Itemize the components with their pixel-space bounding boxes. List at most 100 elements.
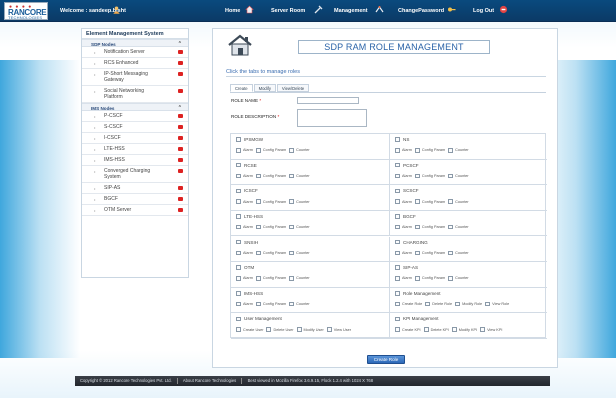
delete-icon[interactable]	[178, 61, 183, 65]
delete-icon[interactable]	[178, 136, 183, 140]
sidebar-item-i-cscf[interactable]: • I-CSCF	[82, 133, 188, 144]
sidebar-item-rcs-enhanced[interactable]: • RCS Enhanced	[82, 58, 188, 69]
permission-option[interactable]: Modify User	[296, 327, 324, 332]
permission-option-checkbox[interactable]	[448, 224, 454, 230]
nav-home[interactable]: Home	[225, 8, 240, 14]
permission-option-checkbox[interactable]	[236, 173, 241, 179]
permission-option[interactable]: Config Param	[255, 276, 286, 281]
footer-about-link[interactable]: About Rancore Technologies	[183, 378, 236, 383]
permission-group-checkbox[interactable]	[236, 265, 241, 270]
sidebar-item-social-networking-platform[interactable]: • Social Networking Platform	[82, 86, 188, 103]
permission-option-checkbox[interactable]	[255, 250, 261, 255]
permission-option-checkbox[interactable]	[236, 250, 241, 255]
sidebar-section-sdp-nodes[interactable]: SDP Nodes ⌃	[82, 39, 188, 47]
permission-option-checkbox[interactable]	[289, 250, 295, 255]
permission-option[interactable]: Alarm	[395, 250, 412, 255]
permission-option-checkbox[interactable]	[255, 301, 261, 307]
nav-management[interactable]: Management	[334, 8, 368, 14]
permission-option[interactable]: Alarm	[236, 250, 253, 255]
permission-option-checkbox[interactable]	[289, 224, 295, 230]
permission-option[interactable]: Config Param	[414, 276, 445, 281]
permission-group-checkbox[interactable]	[236, 316, 241, 322]
nav-change-password[interactable]: ChangePassword	[398, 8, 444, 14]
permission-option-checkbox[interactable]	[414, 250, 420, 255]
permission-group-checkbox[interactable]	[236, 188, 241, 193]
permission-option[interactable]: Delete KPI	[423, 327, 449, 332]
sidebar-item-sip-as[interactable]: • SIP-AS	[82, 183, 188, 194]
permission-group-checkbox[interactable]	[236, 162, 241, 168]
key-icon[interactable]	[447, 5, 456, 14]
permission-option-checkbox[interactable]	[236, 327, 241, 332]
permission-option[interactable]: Alarm	[236, 224, 253, 230]
permission-option[interactable]: Alarm	[236, 276, 253, 281]
permission-option-checkbox[interactable]	[451, 327, 457, 332]
permission-option-checkbox[interactable]	[395, 199, 400, 204]
permission-option[interactable]: Config Param	[414, 173, 445, 179]
sidebar-item-lte-hss[interactable]: • LTE-HSS	[82, 144, 188, 155]
permission-option[interactable]: Alarm	[236, 301, 253, 307]
delete-icon[interactable]	[178, 72, 183, 76]
sidebar-item-ims-hss[interactable]: • IMS-HSS	[82, 155, 188, 166]
permission-option-checkbox[interactable]	[485, 301, 491, 307]
permission-option[interactable]: Alarm	[395, 199, 412, 204]
permission-option-checkbox[interactable]	[448, 250, 454, 255]
permission-option[interactable]: Alarm	[395, 276, 412, 281]
permission-group-checkbox[interactable]	[395, 188, 400, 193]
permission-option[interactable]: Create User	[236, 327, 263, 332]
permission-group-checkbox[interactable]	[236, 137, 241, 142]
permission-option[interactable]: Counter	[448, 276, 469, 281]
permission-option-checkbox[interactable]	[326, 327, 332, 332]
permission-option-checkbox[interactable]	[289, 148, 295, 153]
permission-group-checkbox[interactable]	[395, 214, 400, 219]
permission-option-checkbox[interactable]	[395, 276, 400, 281]
permission-option-checkbox[interactable]	[455, 301, 461, 307]
permission-option-checkbox[interactable]	[236, 276, 241, 281]
permission-option-checkbox[interactable]	[255, 148, 261, 153]
sidebar-section-ims-nodes[interactable]: IMS Nodes ⌃	[82, 103, 188, 111]
permission-option[interactable]: Counter	[289, 224, 310, 230]
permission-option[interactable]: Counter	[448, 250, 469, 255]
role-name-input[interactable]	[297, 97, 359, 104]
permission-option-checkbox[interactable]	[289, 301, 295, 307]
permission-option-checkbox[interactable]	[414, 199, 420, 204]
delete-icon[interactable]	[178, 186, 183, 190]
delete-icon[interactable]	[178, 89, 183, 93]
permission-option[interactable]: Counter	[289, 173, 310, 179]
permission-option-checkbox[interactable]	[480, 327, 486, 332]
permission-option[interactable]: Delete User	[266, 327, 294, 332]
permission-option-checkbox[interactable]	[395, 250, 400, 255]
sidebar-item-s-cscf[interactable]: • S-CSCF	[82, 122, 188, 133]
permission-option-checkbox[interactable]	[236, 301, 241, 307]
tab-create[interactable]: Create	[230, 84, 253, 92]
permission-option-checkbox[interactable]	[414, 173, 420, 179]
tab-view-delete[interactable]: View/Delete	[276, 84, 310, 92]
permission-option[interactable]: View Role	[485, 301, 509, 307]
permission-option[interactable]: Config Param	[414, 148, 445, 153]
permission-option[interactable]: Modify Role	[455, 301, 482, 307]
permission-option[interactable]: Alarm	[395, 224, 412, 230]
permission-group-checkbox[interactable]	[395, 162, 400, 168]
tools-icon[interactable]	[314, 5, 323, 14]
permission-option-checkbox[interactable]	[255, 199, 261, 204]
permission-option-checkbox[interactable]	[289, 173, 295, 179]
sidebar-item-bgcf[interactable]: • BGCF	[82, 194, 188, 205]
sidebar-item-ip-short-messaging-gateway[interactable]: • IP-Short Messaging Gateway	[82, 69, 188, 86]
permission-group-checkbox[interactable]	[395, 239, 400, 245]
permission-option[interactable]: Config Param	[414, 199, 445, 204]
permission-group-checkbox[interactable]	[395, 137, 400, 142]
permission-option[interactable]: Alarm	[395, 148, 412, 153]
permission-option[interactable]: Counter	[448, 173, 469, 179]
permission-group-checkbox[interactable]	[395, 316, 400, 322]
permission-option-checkbox[interactable]	[266, 327, 272, 332]
permission-option-checkbox[interactable]	[296, 327, 302, 332]
permission-option-checkbox[interactable]	[448, 148, 454, 153]
permission-option[interactable]: Create Role	[395, 301, 422, 307]
permission-option[interactable]: Modify KPI	[451, 327, 477, 332]
permission-option-checkbox[interactable]	[255, 173, 261, 179]
permission-option[interactable]: View KPI	[480, 327, 502, 332]
permission-option-checkbox[interactable]	[289, 276, 295, 281]
permission-option-checkbox[interactable]	[236, 199, 241, 204]
management-icon[interactable]	[375, 5, 384, 14]
permission-option-checkbox[interactable]	[423, 327, 429, 332]
permission-option-checkbox[interactable]	[255, 224, 261, 230]
